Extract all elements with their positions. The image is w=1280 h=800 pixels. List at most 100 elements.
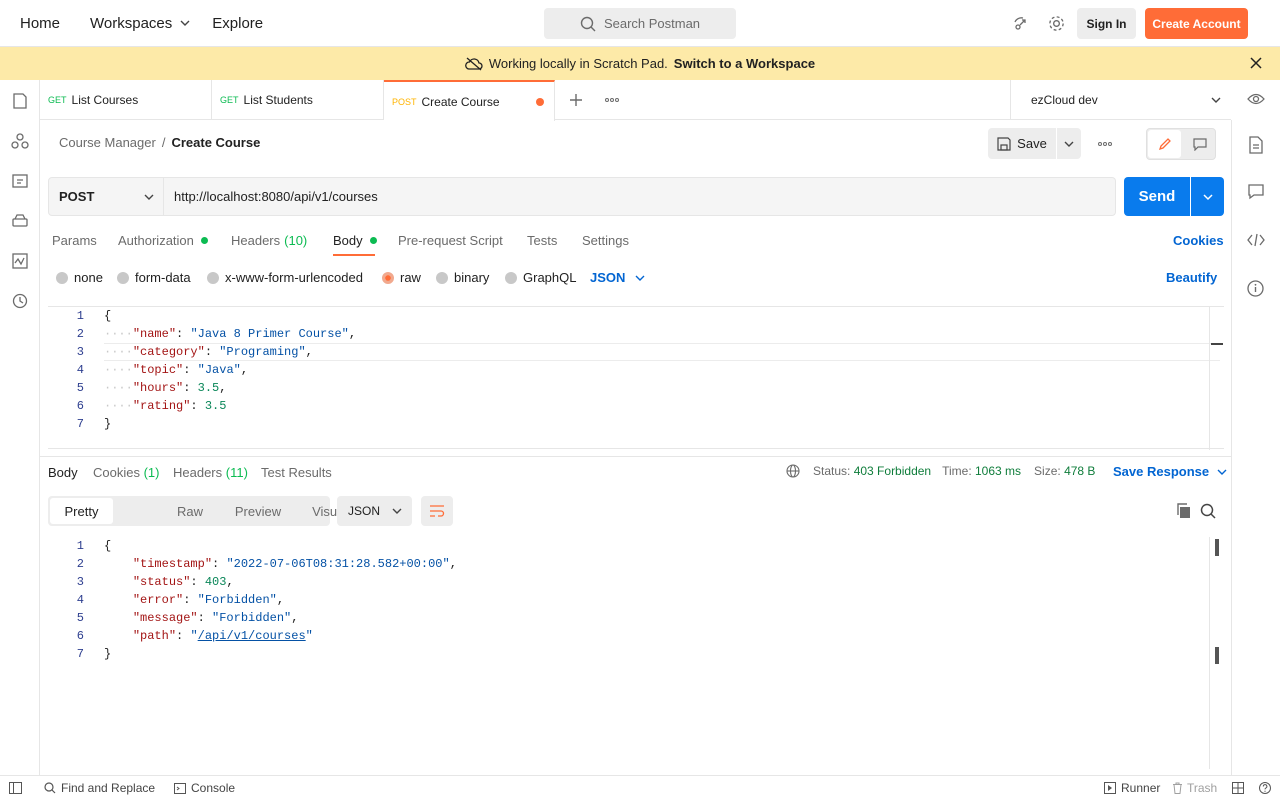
- nav-workspaces-label: Workspaces: [90, 14, 173, 32]
- left-sidebar: [0, 80, 40, 775]
- plus-icon[interactable]: [569, 93, 583, 107]
- comments-icon[interactable]: [1248, 184, 1264, 200]
- trash-button[interactable]: Trash: [1172, 781, 1217, 795]
- view-raw[interactable]: Raw: [165, 496, 215, 526]
- response-format-select[interactable]: JSON: [337, 496, 412, 526]
- save-response-button[interactable]: Save Response: [1113, 464, 1227, 479]
- save-button[interactable]: Save: [988, 128, 1056, 159]
- console-button[interactable]: Console: [174, 781, 235, 795]
- json-value-quote: ": [305, 629, 313, 643]
- chevron-down-icon: [1211, 97, 1221, 103]
- tab-label: Headers: [173, 465, 223, 480]
- radio-urlencoded[interactable]: x-www-form-urlencoded: [207, 270, 363, 285]
- edit-mode-button[interactable]: [1148, 130, 1181, 158]
- tab-list-courses[interactable]: GET List Courses: [40, 80, 212, 120]
- send-button[interactable]: Send: [1124, 177, 1190, 216]
- save-label: Save: [1017, 136, 1047, 151]
- time-label: Time:: [942, 464, 972, 478]
- radio-binary[interactable]: binary: [436, 270, 489, 285]
- cookies-link[interactable]: Cookies: [1173, 233, 1224, 248]
- radio-raw[interactable]: raw: [382, 270, 421, 285]
- sync-icon[interactable]: [1012, 15, 1030, 33]
- view-pretty[interactable]: Pretty: [50, 498, 113, 524]
- history-icon[interactable]: [11, 292, 29, 310]
- mock-servers-icon[interactable]: [11, 212, 29, 230]
- runner-button[interactable]: Runner: [1104, 781, 1160, 795]
- tab-method: POST: [392, 96, 417, 107]
- close-icon[interactable]: [1250, 57, 1262, 69]
- nav-explore[interactable]: Explore: [212, 15, 263, 32]
- radio-label: binary: [454, 270, 490, 285]
- response-tab-cookies[interactable]: Cookies (1): [93, 465, 159, 480]
- tab-tests[interactable]: Tests: [527, 233, 557, 248]
- body-format-select[interactable]: JSON: [590, 270, 645, 285]
- response-tab-body[interactable]: Body: [48, 465, 78, 480]
- method-select[interactable]: POST: [48, 177, 164, 216]
- body-format-label: JSON: [590, 270, 626, 285]
- environment-select[interactable]: ezCloud dev: [1010, 80, 1231, 120]
- tab-settings[interactable]: Settings: [582, 233, 629, 248]
- chevron-down-icon: [635, 275, 645, 281]
- code-icon[interactable]: [1247, 233, 1265, 247]
- documentation-icon[interactable]: [1248, 136, 1264, 154]
- globe-icon[interactable]: [786, 464, 800, 478]
- copy-icon[interactable]: [1176, 503, 1192, 519]
- sign-in-button[interactable]: Sign In: [1077, 8, 1136, 39]
- response-tab-headers[interactable]: Headers (11): [173, 465, 248, 480]
- line-number: 7: [76, 647, 84, 661]
- radio-form-data[interactable]: form-data: [117, 270, 191, 285]
- more-icon[interactable]: [1098, 141, 1112, 147]
- monitors-icon[interactable]: [11, 252, 29, 270]
- tab-body-label: Body: [333, 233, 363, 248]
- nav-home[interactable]: Home: [20, 15, 60, 32]
- code-line: ····"rating": 3.5: [104, 399, 227, 413]
- json-key: "topic": [132, 363, 184, 377]
- save-dropdown-button[interactable]: [1057, 128, 1081, 159]
- sidebar-toggle-icon[interactable]: [9, 782, 22, 794]
- comment-mode-button[interactable]: [1183, 130, 1216, 158]
- json-key: "error": [132, 593, 184, 607]
- apis-icon[interactable]: [11, 132, 29, 150]
- info-icon[interactable]: [1247, 280, 1264, 297]
- beautify-button[interactable]: Beautify: [1166, 270, 1217, 285]
- collections-icon[interactable]: [11, 92, 29, 110]
- json-value: "Java 8 Primer Course": [190, 327, 349, 341]
- tab-list-students[interactable]: GET List Students: [212, 80, 384, 120]
- tab-headers[interactable]: Headers (10): [231, 233, 307, 248]
- url-input[interactable]: [164, 177, 1116, 216]
- response-body-viewer[interactable]: 1 2 3 4 5 6 7 { "timestamp": "2022-07-06…: [48, 537, 1224, 769]
- gear-icon[interactable]: [1047, 14, 1066, 33]
- breadcrumb-collection[interactable]: Course Manager: [59, 135, 156, 150]
- json-value: 403: [204, 575, 227, 589]
- tab-params[interactable]: Params: [52, 233, 97, 248]
- json-value-link[interactable]: /api/v1/courses: [198, 629, 306, 643]
- radio-graphql[interactable]: GraphQL: [505, 270, 576, 285]
- more-tabs-icon[interactable]: [605, 97, 619, 103]
- wrap-lines-button[interactable]: [421, 496, 453, 526]
- request-body-editor[interactable]: 1 2 3 4 5 6 7 { ····"name": "Java 8 Prim…: [48, 306, 1224, 450]
- help-icon[interactable]: [1259, 782, 1271, 794]
- runner-icon: [1104, 782, 1116, 794]
- switch-workspace-link[interactable]: Switch to a Workspace: [674, 56, 815, 71]
- nav-workspaces[interactable]: Workspaces: [90, 15, 190, 32]
- environments-icon[interactable]: [11, 172, 29, 190]
- send-dropdown-button[interactable]: [1191, 177, 1224, 216]
- layout-icon[interactable]: [1232, 782, 1244, 794]
- tab-prerequest-script[interactable]: Pre-request Script: [398, 233, 503, 248]
- search-icon[interactable]: [1200, 503, 1216, 519]
- trash-icon: [1173, 782, 1182, 794]
- eye-icon[interactable]: [1247, 92, 1265, 106]
- json-value: "Forbidden": [212, 611, 292, 625]
- tab-authorization-label: Authorization: [118, 233, 194, 248]
- right-sidebar: [1231, 120, 1280, 775]
- find-replace-button[interactable]: Find and Replace: [44, 781, 155, 795]
- breadcrumb-request[interactable]: Create Course: [171, 135, 260, 150]
- search-input[interactable]: Search Postman: [544, 8, 736, 39]
- tab-authorization[interactable]: Authorization: [118, 233, 208, 248]
- response-tab-test-results[interactable]: Test Results: [261, 465, 332, 480]
- tab-create-course[interactable]: POST Create Course: [384, 80, 555, 121]
- create-account-button[interactable]: Create Account: [1145, 8, 1248, 39]
- tab-body[interactable]: Body: [333, 233, 377, 248]
- radio-none[interactable]: none: [56, 270, 103, 285]
- view-preview[interactable]: Preview: [220, 496, 296, 526]
